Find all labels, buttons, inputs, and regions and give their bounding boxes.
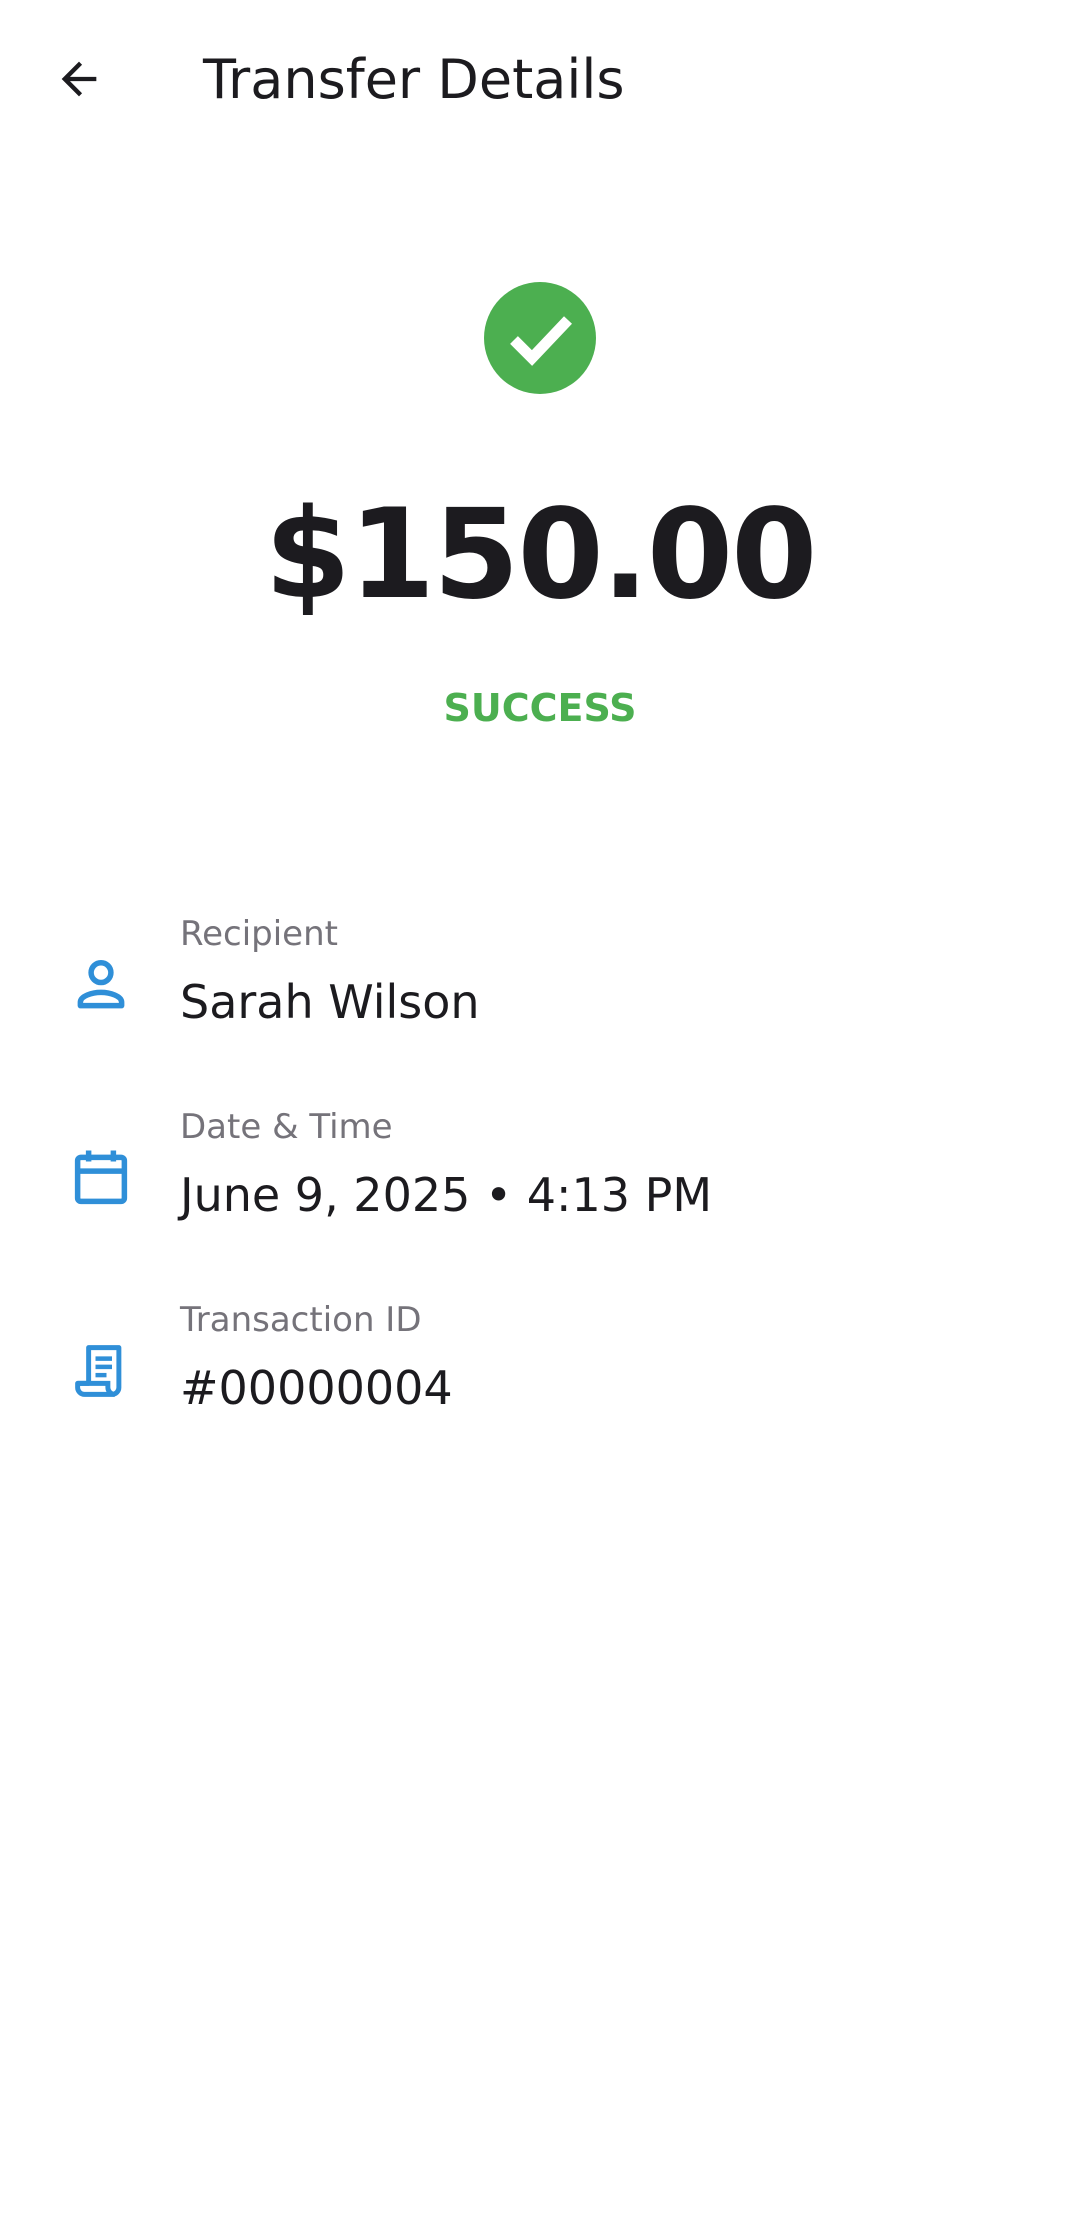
detail-row-date-time: Date & Time June 9, 2025 • 4:13 PM (0, 1105, 1080, 1245)
person-icon (68, 952, 134, 1018)
recipient-name: Sarah Wilson (180, 975, 480, 1029)
transfer-date-time: June 9, 2025 • 4:13 PM (180, 1168, 713, 1222)
app-bar: Transfer Details (0, 0, 1080, 160)
check-circle-icon (484, 282, 596, 394)
status-icon (484, 282, 596, 394)
detail-row-transaction-id: Transaction ID #00000004 (0, 1298, 1080, 1438)
status-badge: SUCCESS (443, 686, 637, 730)
transaction-id: #00000004 (180, 1361, 453, 1415)
detail-label: Recipient (180, 914, 338, 954)
arrow-back-icon (61, 61, 97, 97)
back-button[interactable] (38, 38, 120, 120)
detail-label: Date & Time (180, 1107, 393, 1147)
page-title: Transfer Details (203, 48, 625, 111)
receipt-icon (68, 1338, 134, 1404)
transfer-amount: $150.00 (264, 483, 818, 627)
detail-row-recipient: Recipient Sarah Wilson (0, 912, 1080, 1052)
detail-label: Transaction ID (180, 1300, 422, 1340)
calendar-icon (68, 1145, 134, 1211)
